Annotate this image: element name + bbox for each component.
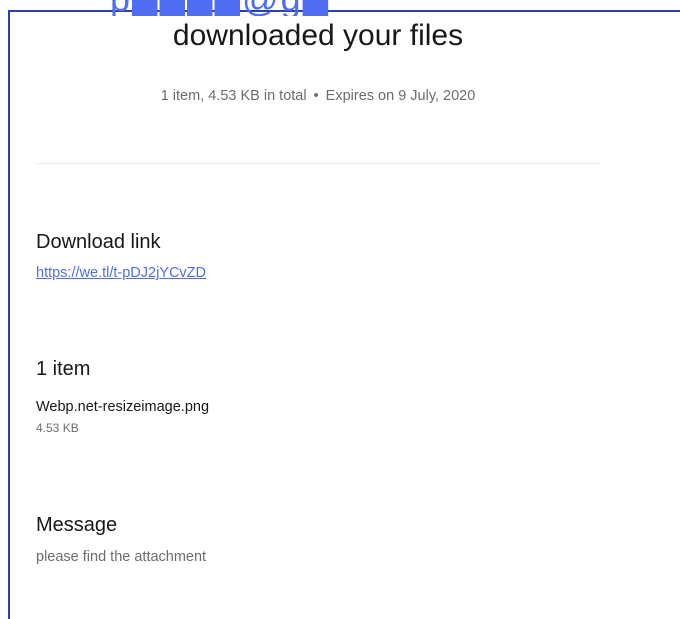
section-divider — [36, 163, 600, 164]
cropped-sender-email: p████@g█ — [110, 0, 410, 16]
download-link[interactable]: https://we.tl/t-pDJ2jYCvZD — [36, 265, 206, 281]
items-heading: 1 item — [36, 358, 91, 380]
transfer-summary: 1 item, 4.53 KB in total • Expires on 9 Ju… — [38, 88, 598, 104]
window-border-left — [8, 10, 10, 619]
download-link-heading: Download link — [36, 231, 161, 253]
transfer-size-summary: 1 item, 4.53 KB in total — [160, 88, 307, 104]
message-text: please find the attachment — [36, 549, 207, 565]
expiry-date: Expires on 9 July, 2020 — [325, 88, 476, 104]
meta-separator: • — [313, 88, 319, 104]
page-title: downloaded your files — [172, 19, 464, 52]
message-heading: Message — [36, 514, 118, 536]
file-size: 4.53 KB — [36, 421, 79, 435]
file-name: Webp.net-resizeimage.png — [36, 399, 210, 415]
